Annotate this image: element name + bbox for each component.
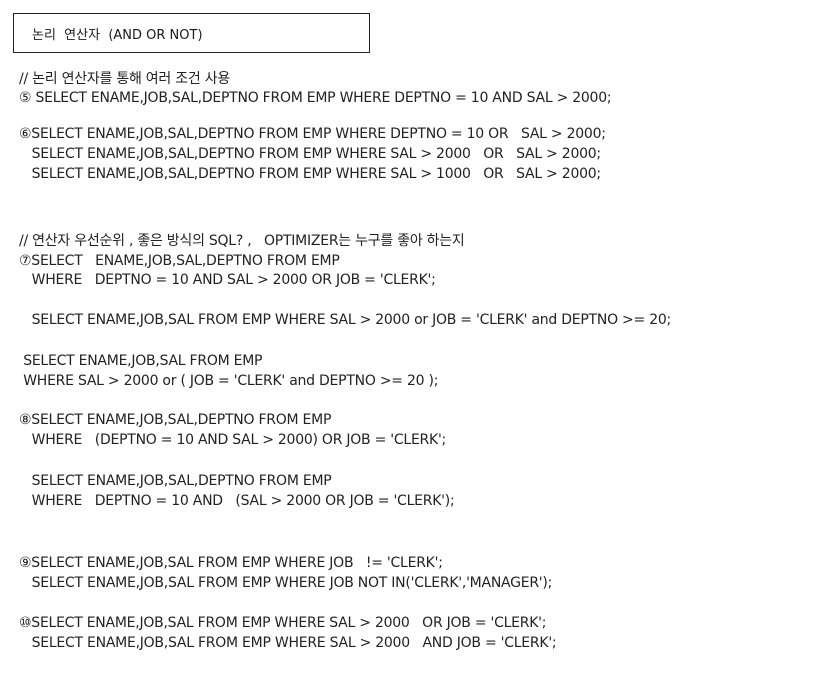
query-10-b: SELECT ENAME,JOB,SAL FROM EMP WHERE SAL … — [19, 635, 557, 651]
comment-line-precedence: // 연산자 우선순위 , 좋은 방식의 SQL? , OPTIMIZER는 누… — [19, 233, 465, 249]
query-10-a: ⑩SELECT ENAME,JOB,SAL FROM EMP WHERE SAL… — [19, 615, 547, 631]
query-8-b-where: WHERE DEPTNO = 10 AND (SAL > 2000 OR JOB… — [19, 493, 455, 509]
query-6-b: SELECT ENAME,JOB,SAL,DEPTNO FROM EMP WHE… — [19, 146, 602, 162]
query-7-c-where: WHERE SAL > 2000 or ( JOB = 'CLERK' and … — [19, 373, 439, 389]
query-9-a: ⑨SELECT ENAME,JOB,SAL FROM EMP WHERE JOB… — [19, 555, 443, 571]
query-7-select: ⑦SELECT ENAME,JOB,SAL,DEPTNO FROM EMP — [19, 253, 340, 269]
query-8-a-where: WHERE (DEPTNO = 10 AND SAL > 2000) OR JO… — [19, 432, 447, 448]
query-8-b-select: SELECT ENAME,JOB,SAL,DEPTNO FROM EMP — [19, 473, 332, 489]
query-9-b: SELECT ENAME,JOB,SAL FROM EMP WHERE JOB … — [19, 575, 553, 591]
query-7-where: WHERE DEPTNO = 10 AND SAL > 2000 OR JOB … — [19, 272, 436, 288]
query-7-b: SELECT ENAME,JOB,SAL FROM EMP WHERE SAL … — [19, 312, 672, 328]
comment-line-logical: // 논리 연산자를 통해 여러 조건 사용 — [19, 71, 230, 87]
section-title: 논리 연산자 (AND OR NOT) — [32, 27, 203, 43]
query-7-c-select: SELECT ENAME,JOB,SAL FROM EMP — [19, 353, 263, 369]
query-6-c: SELECT ENAME,JOB,SAL,DEPTNO FROM EMP WHE… — [19, 166, 602, 182]
query-6-a: ⑥SELECT ENAME,JOB,SAL,DEPTNO FROM EMP WH… — [19, 126, 606, 142]
section-title-box: 논리 연산자 (AND OR NOT) — [13, 13, 370, 53]
query-5: ⑤ SELECT ENAME,JOB,SAL,DEPTNO FROM EMP W… — [19, 90, 612, 106]
query-8-a-select: ⑧SELECT ENAME,JOB,SAL,DEPTNO FROM EMP — [19, 412, 332, 428]
